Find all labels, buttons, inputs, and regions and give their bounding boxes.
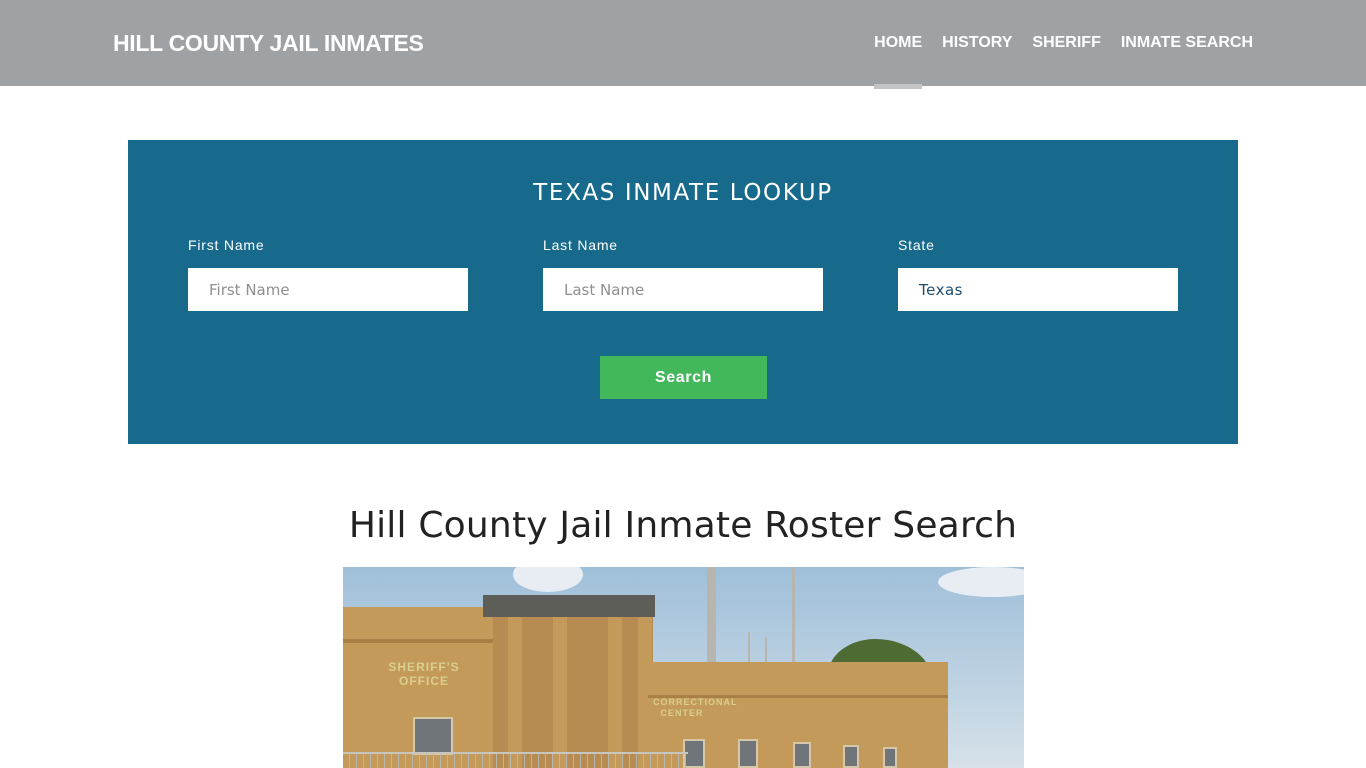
entrance-canopy — [483, 595, 655, 617]
correctional-center-sign: CORRECTIONAL CENTER — [653, 697, 738, 718]
jail-building-photo: SHERIFF'S OFFICE CORRECTIONAL CENTER — [343, 567, 1024, 768]
building-upper — [773, 667, 795, 697]
search-button[interactable]: Search — [600, 356, 767, 399]
column — [608, 617, 622, 768]
window — [413, 717, 453, 755]
window — [793, 742, 811, 768]
site-logo-link[interactable]: HILL COUNTY JAIL INMATES — [113, 30, 424, 57]
main-nav: HOME HISTORY SHERIFF INMATE SEARCH — [854, 0, 1253, 89]
state-label: State — [898, 237, 935, 253]
nav-inmate-search[interactable]: INMATE SEARCH — [1121, 0, 1253, 86]
window — [738, 739, 758, 768]
page-title: Hill County Jail Inmate Roster Search — [348, 505, 1018, 546]
railing — [343, 752, 688, 768]
last-name-label: Last Name — [543, 237, 618, 253]
sheriffs-office-sign: SHERIFF'S OFFICE — [388, 660, 460, 688]
last-name-input[interactable] — [543, 268, 823, 311]
first-name-label: First Name — [188, 237, 265, 253]
column — [508, 617, 522, 768]
column — [553, 617, 567, 768]
top-navbar: HILL COUNTY JAIL INMATES HOME HISTORY SH… — [0, 0, 1366, 89]
cloud — [938, 567, 1024, 597]
nav-home[interactable]: HOME — [874, 0, 923, 89]
nav-history[interactable]: HISTORY — [942, 0, 1012, 86]
window — [883, 747, 897, 768]
building-ledge — [343, 639, 509, 643]
nav-sheriff[interactable]: SHERIFF — [1032, 0, 1100, 86]
cloud — [513, 567, 583, 592]
state-select[interactable] — [898, 268, 1178, 311]
first-name-input[interactable] — [188, 268, 468, 311]
lookup-title: TEXAS INMATE LOOKUP — [533, 180, 833, 206]
window — [843, 745, 859, 768]
